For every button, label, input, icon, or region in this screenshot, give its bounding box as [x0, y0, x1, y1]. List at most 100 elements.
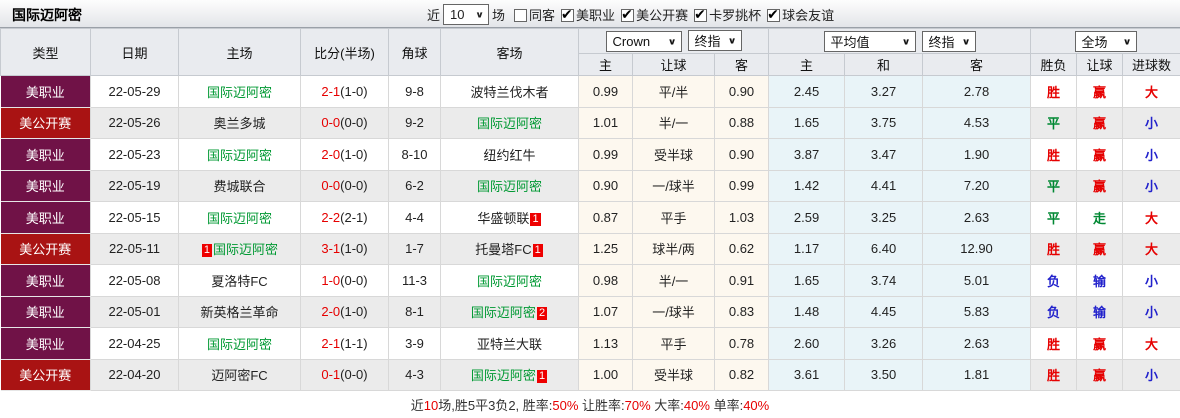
team-name: 国际迈阿密	[470, 305, 536, 321]
crown-handicap-cell: 平手	[632, 201, 715, 234]
filter-checkbox[interactable]	[694, 6, 708, 23]
sub-header-avg-away: 客	[922, 53, 1032, 76]
score-cell: 1-0(0-0)	[300, 264, 389, 297]
home-team-cell: 夏洛特FC	[178, 264, 301, 297]
chevron-down-icon: ∨	[475, 9, 485, 20]
league-cell: 美职业	[0, 296, 91, 328]
crown-handicap-cell: 受半球	[632, 359, 715, 391]
bookmaker-odds-stage-select[interactable]: 终指 ∨	[687, 30, 742, 51]
team-badge: 1	[530, 212, 541, 226]
sub-header-book-handicap: 让球	[632, 53, 715, 76]
result-outcome-cell: 平	[1030, 170, 1078, 202]
result-handicap-cell: 赢	[1076, 75, 1124, 108]
fulltime-score: 0-0	[321, 178, 341, 194]
team-name: 国际迈阿密	[213, 242, 279, 258]
filter-checkbox[interactable]	[514, 8, 528, 22]
avg-draw-odds-cell: 3.50	[844, 359, 924, 391]
match-count-select[interactable]: 10 ∨	[443, 3, 490, 25]
halftime-score: (1-0)	[340, 146, 368, 162]
away-team-cell: 国际迈阿密	[440, 264, 579, 297]
average-odds-stage-select[interactable]: 终指 ∨	[921, 30, 976, 52]
average-select[interactable]: 平均值 ∨	[823, 30, 916, 52]
avg-draw-odds-cell: 3.75	[844, 107, 924, 139]
crown-away-odds-cell: 1.03	[714, 201, 770, 234]
table-header: 类型 日期 主场 比分(半场) 角球 客场 Crown ∨ 终指 ∨ 平均值 ∨…	[0, 28, 1180, 76]
filter-checkbox[interactable]	[621, 6, 635, 23]
corner-cell: 8-10	[388, 138, 441, 171]
away-team-cell: 波特兰伐木者	[440, 75, 579, 108]
summary-segment: 近	[410, 398, 424, 413]
avg-draw-odds-cell: 6.40	[844, 233, 924, 265]
avg-home-odds-cell: 1.48	[768, 296, 846, 328]
filter-checkbox-label: 美公开赛	[636, 7, 689, 23]
bookmaker-select[interactable]: Crown ∨	[605, 31, 682, 52]
home-team-cell: 国际迈阿密	[178, 75, 301, 108]
date-cell: 22-05-15	[90, 201, 179, 234]
crown-home-odds-cell: 0.90	[578, 170, 633, 202]
result-group-header: 全场 ∨	[1030, 28, 1180, 54]
avg-draw-odds-cell: 4.41	[844, 170, 924, 202]
team-name: 华盛顿联	[477, 210, 530, 226]
league-cell: 美职业	[0, 327, 91, 360]
date-cell: 22-05-19	[90, 170, 179, 202]
halftime-score: (1-1)	[340, 335, 368, 351]
match-row: 美职业 22-05-29 国际迈阿密 2-1(1-0) 9-8 波特兰伐木者 0.99 平/半…	[0, 75, 1180, 108]
result-handicap-cell: 赢	[1076, 138, 1124, 171]
fulltime-score: 2-2	[321, 209, 341, 225]
team-name: 纽约红牛	[483, 147, 536, 163]
result-handicap-cell: 输	[1076, 296, 1124, 328]
team-name: 新英格兰革命	[200, 305, 279, 321]
avg-home-odds-cell: 1.65	[768, 107, 846, 139]
date-cell: 22-04-20	[90, 359, 179, 391]
crown-home-odds-cell: 1.01	[578, 107, 633, 139]
chevron-down-icon: ∨	[961, 36, 971, 47]
bookmaker-odds-stage-value: 终指	[694, 34, 721, 49]
result-outcome-cell: 平	[1030, 107, 1078, 139]
match-scope-value: 全场	[1081, 34, 1108, 50]
away-team-cell: 国际迈阿密	[440, 170, 579, 202]
header-date: 日期	[90, 28, 179, 76]
crown-handicap-cell: 一/球半	[632, 170, 715, 202]
team-badge: 1	[536, 370, 548, 384]
result-goals-cell: 小	[1122, 264, 1180, 297]
panel-topbar: 国际迈阿密 近 10 ∨ 场 同客 美职业 美公开赛 卡罗挑杯 球会友谊	[0, 0, 1180, 28]
match-scope-select[interactable]: 全场 ∨	[1074, 30, 1137, 52]
team-name: 国际迈阿密	[206, 84, 272, 100]
sub-header-result-goals: 进球数	[1122, 53, 1180, 76]
sub-header-avg-draw: 和	[844, 53, 924, 76]
filter-checkbox[interactable]	[561, 6, 575, 23]
team-badge: 1	[532, 244, 543, 258]
avg-draw-odds-cell: 3.47	[844, 138, 924, 171]
crown-away-odds-cell: 0.78	[714, 327, 770, 360]
away-team-cell: 国际迈阿密 2	[440, 296, 579, 328]
avg-home-odds-cell: 3.87	[768, 138, 846, 171]
team-name: 亚特兰大联	[476, 336, 542, 352]
team-badge: 1	[201, 244, 213, 258]
halftime-score: (0-0)	[340, 367, 368, 383]
home-team-cell: 国际迈阿密	[178, 138, 301, 171]
fulltime-score: 3-1	[321, 241, 341, 257]
home-team-cell: 费城联合	[178, 170, 301, 202]
sub-header-book-home: 主	[578, 53, 633, 76]
match-row: 美职业 22-05-19 费城联合 0-0(0-0) 6-2 国际迈阿密 0.90 一/球半 0…	[0, 170, 1180, 202]
match-row: 美职业 22-05-08 夏洛特FC 1-0(0-0) 11-3 国际迈阿密 0.98 半/一…	[0, 264, 1180, 297]
near-label: 近	[427, 7, 441, 23]
filter-checkbox[interactable]	[767, 6, 781, 23]
corner-cell: 6-2	[388, 170, 441, 202]
avg-home-odds-cell: 1.65	[768, 264, 846, 297]
avg-home-odds-cell: 1.42	[768, 170, 846, 202]
halftime-score: (0-0)	[340, 115, 368, 131]
fulltime-score: 2-0	[321, 146, 341, 162]
chevron-down-icon: ∨	[901, 36, 911, 47]
team-name: 国际迈阿密	[206, 210, 272, 226]
crown-home-odds-cell: 1.25	[578, 233, 633, 265]
avg-away-odds-cell: 4.53	[922, 107, 1032, 139]
result-handicap-cell: 赢	[1076, 327, 1124, 360]
summary-segment: 场,胜5平3负2, 胜率:	[438, 398, 553, 413]
header-league: 类型	[0, 28, 91, 76]
away-team-cell: 托曼塔FC 1	[440, 233, 579, 265]
result-goals-cell: 小	[1122, 107, 1180, 139]
date-cell: 22-05-29	[90, 75, 179, 108]
league-cell: 美职业	[0, 138, 91, 171]
result-goals-cell: 小	[1122, 359, 1180, 391]
